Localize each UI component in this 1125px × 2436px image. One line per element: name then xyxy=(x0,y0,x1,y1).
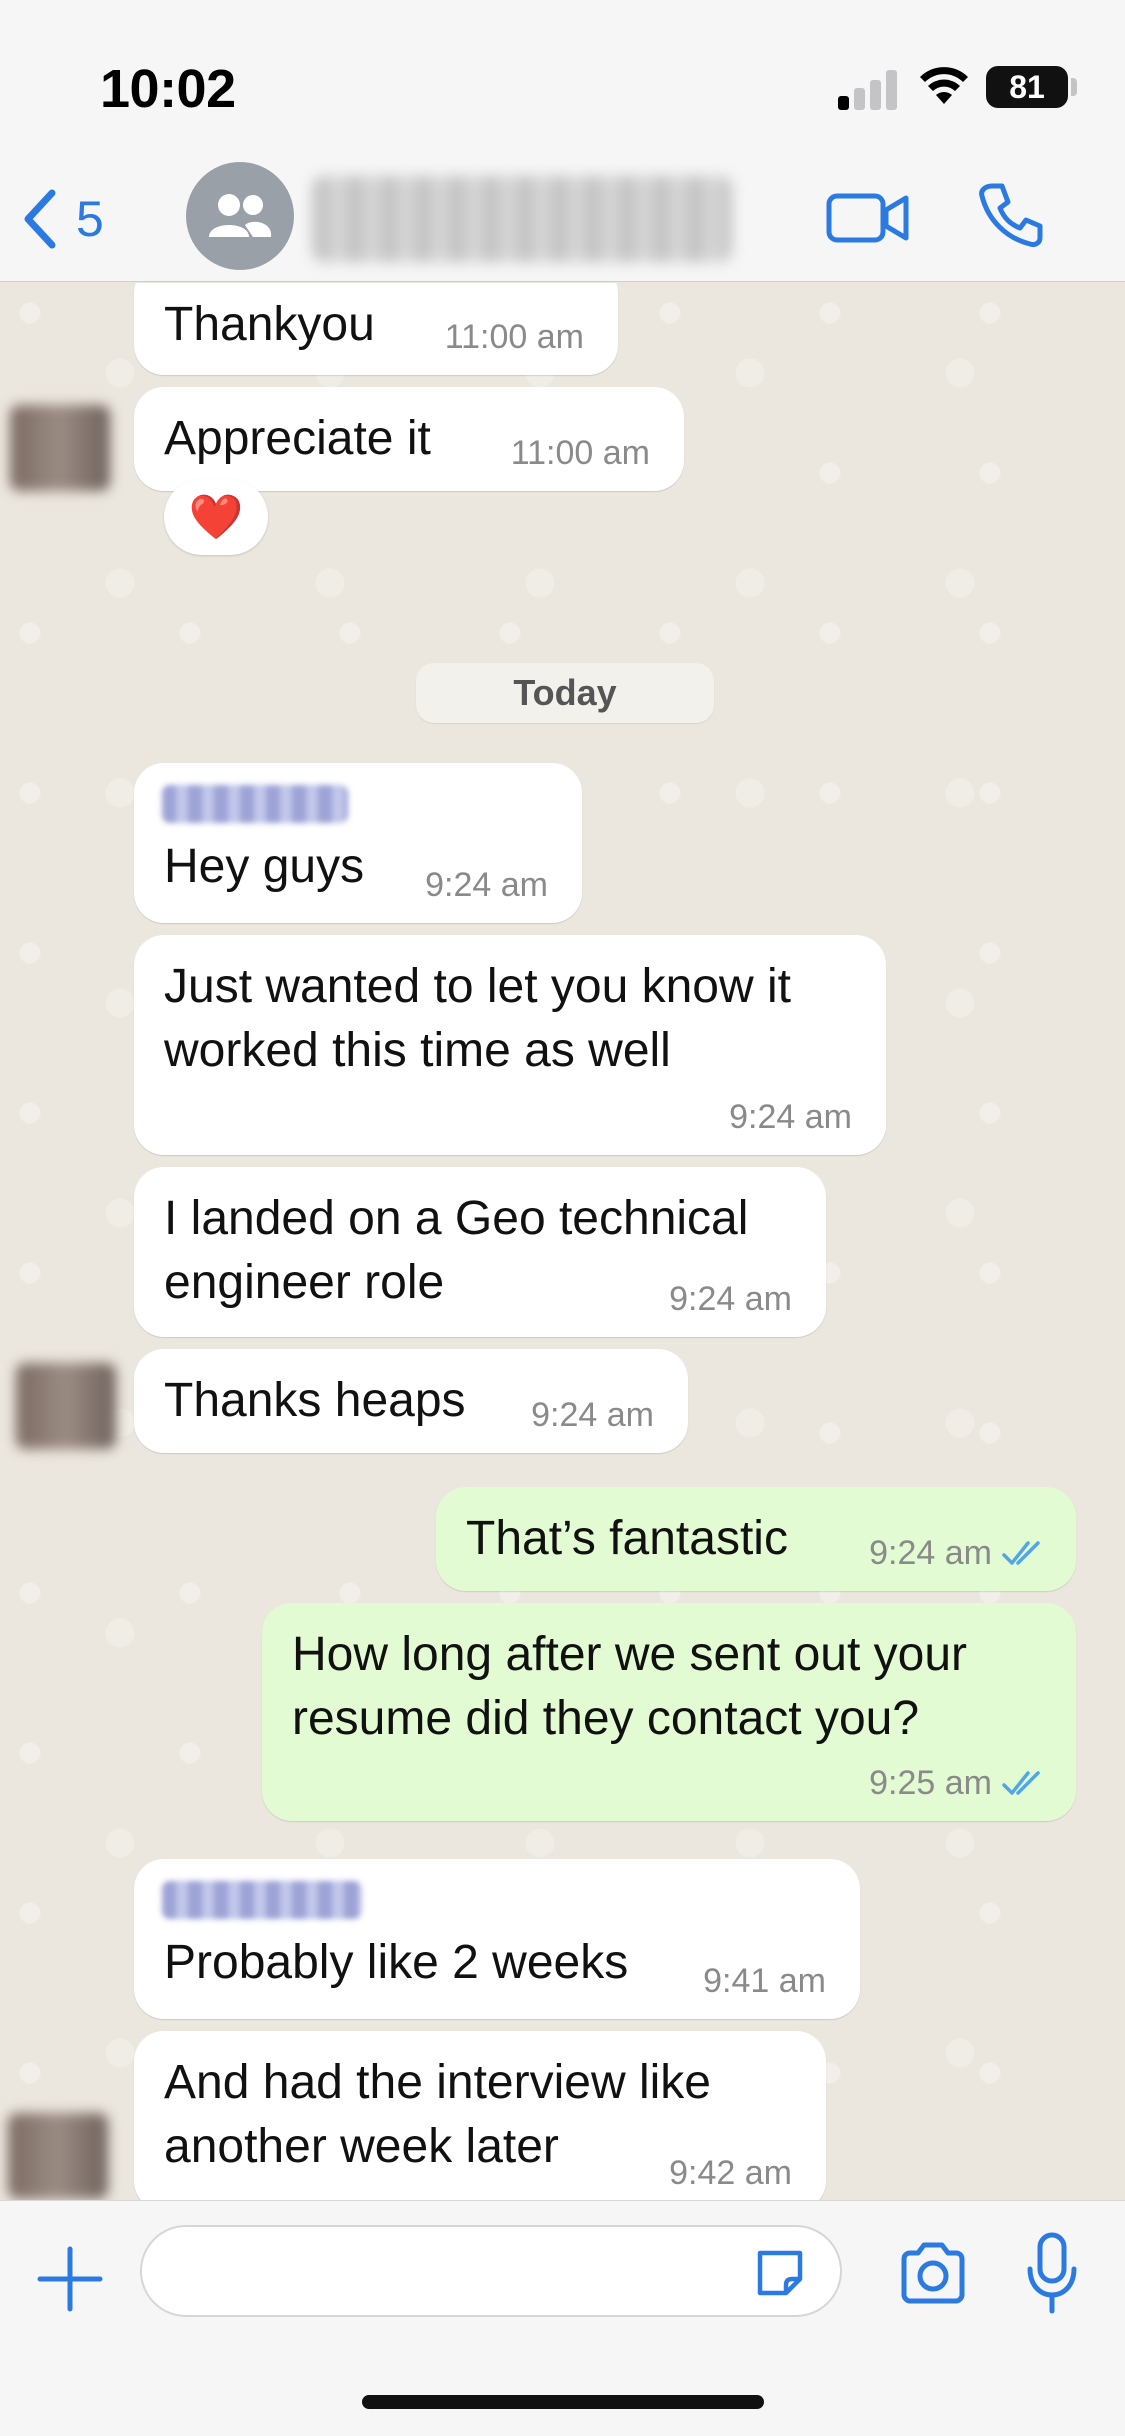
read-receipt-icon xyxy=(1002,1771,1040,1795)
incoming-message[interactable]: Thanks heaps 9:24 am xyxy=(134,1349,688,1453)
sender-avatar[interactable] xyxy=(8,2113,108,2199)
group-name-redacted[interactable] xyxy=(312,176,732,262)
incoming-message[interactable]: Hey guys 9:24 am xyxy=(134,763,582,923)
cellular-signal-icon xyxy=(838,70,900,110)
heart-reaction-icon: ❤️ xyxy=(188,493,244,542)
incoming-message[interactable]: Appreciate it 11:00 am xyxy=(134,387,684,491)
group-icon xyxy=(209,194,272,237)
sticker-icon[interactable] xyxy=(752,2245,808,2301)
group-avatar[interactable] xyxy=(186,162,294,270)
chevron-left-icon xyxy=(24,189,56,249)
video-call-icon[interactable] xyxy=(826,188,910,248)
battery-indicator: 81 xyxy=(986,66,1068,108)
wifi-icon xyxy=(920,67,968,104)
unread-count: 5 xyxy=(76,191,104,247)
chat-message-list[interactable]: Thankyou 11:00 am Appreciate it 11:00 am… xyxy=(0,283,1125,2200)
reaction-badge[interactable]: ❤️ xyxy=(164,479,268,555)
message-time: 11:00 am xyxy=(444,318,584,356)
phone-call-icon[interactable] xyxy=(976,180,1046,250)
plus-icon[interactable] xyxy=(36,2245,104,2313)
date-divider: Today xyxy=(416,663,714,723)
message-time: 9:24 am xyxy=(531,1396,654,1434)
incoming-message[interactable]: I landed on a Geo technical engineer rol… xyxy=(134,1167,826,1337)
incoming-message[interactable]: And had the interview like another week … xyxy=(134,2031,826,2200)
message-time: 9:25 am xyxy=(869,1764,992,1802)
sender-name-redacted xyxy=(162,785,348,823)
message-input[interactable] xyxy=(140,2225,842,2317)
message-time: 9:24 am xyxy=(425,866,548,904)
message-time: 9:42 am xyxy=(669,2154,792,2192)
sender-avatar[interactable] xyxy=(10,405,110,491)
message-time: 9:41 am xyxy=(703,1962,826,2000)
incoming-message[interactable]: Probably like 2 weeks 9:41 am xyxy=(134,1859,860,2019)
outgoing-message[interactable]: How long after we sent out your resume d… xyxy=(262,1603,1076,1821)
back-button[interactable]: 5 xyxy=(22,184,142,254)
chat-header: 5 xyxy=(0,160,1125,282)
battery-tip xyxy=(1071,78,1077,96)
microphone-icon[interactable] xyxy=(1024,2231,1080,2315)
read-receipt-icon xyxy=(1002,1541,1040,1565)
message-text: Just wanted to let you know it worked th… xyxy=(164,960,791,1077)
status-bar: 10:02 81 xyxy=(0,0,1125,160)
incoming-message[interactable]: Just wanted to let you know it worked th… xyxy=(134,935,886,1155)
incoming-message[interactable]: Thankyou 11:00 am xyxy=(134,283,618,375)
sender-name-redacted xyxy=(162,1881,362,1919)
status-time: 10:02 xyxy=(100,59,236,119)
message-composer xyxy=(0,2200,1125,2436)
message-time: 9:24 am xyxy=(729,1098,852,1136)
sender-avatar[interactable] xyxy=(16,1363,116,1449)
message-text: How long after we sent out your resume d… xyxy=(292,1628,968,1745)
message-time: 9:24 am xyxy=(869,1534,992,1572)
message-time: 11:00 am xyxy=(510,434,650,472)
home-indicator xyxy=(362,2395,764,2409)
message-time: 9:24 am xyxy=(669,1280,792,1318)
outgoing-message[interactable]: That’s fantastic 9:24 am xyxy=(436,1487,1076,1591)
camera-icon[interactable] xyxy=(898,2241,968,2305)
